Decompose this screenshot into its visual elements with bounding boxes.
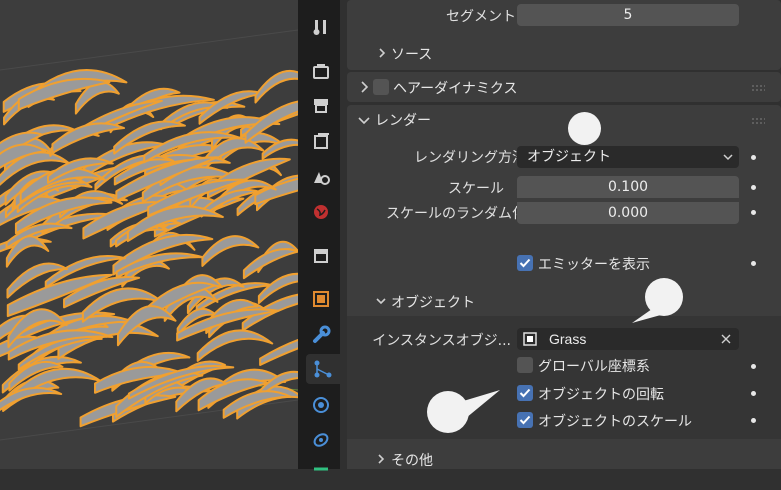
checkmark-icon bbox=[519, 415, 531, 425]
chevron-down-icon bbox=[358, 117, 370, 125]
chevron-right-icon bbox=[361, 81, 369, 93]
grass-particles bbox=[0, 29, 298, 441]
grass-blade bbox=[254, 70, 298, 104]
3d-viewport[interactable] bbox=[0, 0, 298, 469]
annotation-bubble bbox=[568, 112, 601, 145]
chevron-down-icon bbox=[723, 154, 733, 161]
scene-tab[interactable] bbox=[306, 162, 336, 192]
instance-object-value: Grass bbox=[549, 331, 587, 347]
chevron-right-icon bbox=[378, 454, 385, 464]
image-stack-icon bbox=[314, 133, 329, 149]
hair-dynamics-checkbox[interactable] bbox=[373, 79, 389, 95]
show-emitter-label[interactable]: エミッターを表示 bbox=[538, 254, 650, 274]
particles-icon bbox=[314, 360, 332, 378]
keyframe-dot[interactable] bbox=[751, 185, 756, 190]
scale-random-field[interactable]: 0.000 bbox=[517, 201, 739, 224]
global-coords-label[interactable]: グローバル座標系 bbox=[538, 356, 650, 376]
chevron-down-icon[interactable] bbox=[375, 295, 387, 307]
checkmark-icon bbox=[519, 258, 531, 268]
hair-panel: セグメント 5 ソース bbox=[347, 0, 781, 70]
object-icon bbox=[523, 332, 537, 346]
drag-grip-icon[interactable] bbox=[751, 117, 765, 125]
render-panel: レンダー レンダリング方法 オブジェクト スケール 0.100 スケールのランダ… bbox=[347, 105, 781, 469]
render-as-value: オブジェクト bbox=[527, 149, 611, 165]
grass-blade bbox=[116, 305, 177, 347]
printer-icon bbox=[314, 99, 328, 113]
properties-editor: セグメント 5 ソース ヘアーダイナミクス レンダー レンダリング方法 オブジェ… bbox=[340, 0, 781, 469]
close-icon[interactable] bbox=[721, 334, 731, 344]
constraints-tab[interactable] bbox=[306, 425, 336, 455]
object-rotation-checkbox[interactable] bbox=[517, 385, 533, 401]
object-scale-checkbox[interactable] bbox=[517, 412, 533, 428]
drag-grip-icon[interactable] bbox=[751, 84, 765, 92]
hair-dynamics-header[interactable]: ヘアーダイナミクス bbox=[347, 72, 781, 102]
keyframe-dot[interactable] bbox=[751, 261, 756, 266]
keyframe-dot[interactable] bbox=[751, 155, 756, 160]
other-subpanel-header[interactable]: その他 bbox=[347, 443, 781, 469]
wrench-icon bbox=[313, 325, 331, 343]
modifier-tab[interactable] bbox=[306, 320, 336, 350]
properties-tab-bar bbox=[302, 0, 340, 471]
keyframe-dot[interactable] bbox=[751, 418, 756, 423]
grass-blade bbox=[259, 338, 298, 366]
render-as-dropdown[interactable]: オブジェクト bbox=[517, 146, 739, 168]
object-scale-label[interactable]: オブジェクトのスケール bbox=[538, 411, 692, 431]
camera-back-icon bbox=[313, 64, 329, 79]
object-cube-icon bbox=[313, 291, 329, 307]
scale-label: スケール bbox=[448, 181, 504, 197]
data-tab[interactable] bbox=[306, 460, 336, 490]
output-tab[interactable] bbox=[306, 90, 336, 120]
hair-dynamics-title: ヘアーダイナミクス bbox=[393, 81, 518, 97]
scale-random-label: スケールのランダム化 bbox=[386, 206, 526, 222]
world-tab[interactable] bbox=[306, 197, 336, 227]
scale-field[interactable]: 0.100 bbox=[517, 176, 739, 198]
checkmark-icon bbox=[519, 388, 531, 398]
annotation-bubble bbox=[427, 390, 500, 433]
particles-tab[interactable] bbox=[306, 354, 340, 384]
collection-tab[interactable] bbox=[306, 240, 336, 270]
instance-object-label: インスタンスオブジ... bbox=[372, 333, 511, 349]
object-rotation-label[interactable]: オブジェクトの回転 bbox=[538, 384, 664, 404]
keyframe-dot[interactable] bbox=[751, 364, 756, 369]
segments-field[interactable]: 5 bbox=[517, 4, 739, 26]
chevron-right-icon[interactable] bbox=[376, 47, 388, 59]
tool-tab[interactable] bbox=[306, 12, 336, 42]
world-icon bbox=[314, 205, 328, 219]
data-icon bbox=[314, 467, 328, 471]
tool-icon bbox=[313, 20, 326, 35]
other-subpanel-label: その他 bbox=[391, 453, 433, 469]
annotation-bubble bbox=[632, 278, 683, 323]
render-header[interactable]: レンダー bbox=[347, 105, 781, 135]
physics-tab[interactable] bbox=[306, 390, 336, 420]
render-as-label: レンダリング方法 bbox=[414, 150, 526, 166]
physics-orbit-icon bbox=[313, 397, 329, 413]
object-subpanel-label[interactable]: オブジェクト bbox=[391, 292, 475, 312]
view-layer-tab[interactable] bbox=[306, 126, 336, 156]
keyframe-dot[interactable] bbox=[751, 391, 756, 396]
show-emitter-checkbox[interactable] bbox=[517, 255, 533, 271]
render-tab[interactable] bbox=[306, 56, 336, 86]
source-subpanel-label[interactable]: ソース bbox=[391, 44, 432, 64]
global-coords-checkbox[interactable] bbox=[517, 357, 533, 373]
object-tab[interactable] bbox=[306, 284, 336, 314]
render-title: レンダー bbox=[375, 113, 431, 129]
grass-blade bbox=[201, 235, 260, 267]
constraint-icon bbox=[313, 433, 329, 447]
keyframe-dot[interactable] bbox=[751, 210, 756, 215]
scene-icon bbox=[314, 172, 330, 185]
segments-label: セグメント bbox=[446, 9, 516, 25]
instance-object-field[interactable]: Grass bbox=[517, 328, 739, 350]
collection-box-icon bbox=[314, 249, 328, 263]
